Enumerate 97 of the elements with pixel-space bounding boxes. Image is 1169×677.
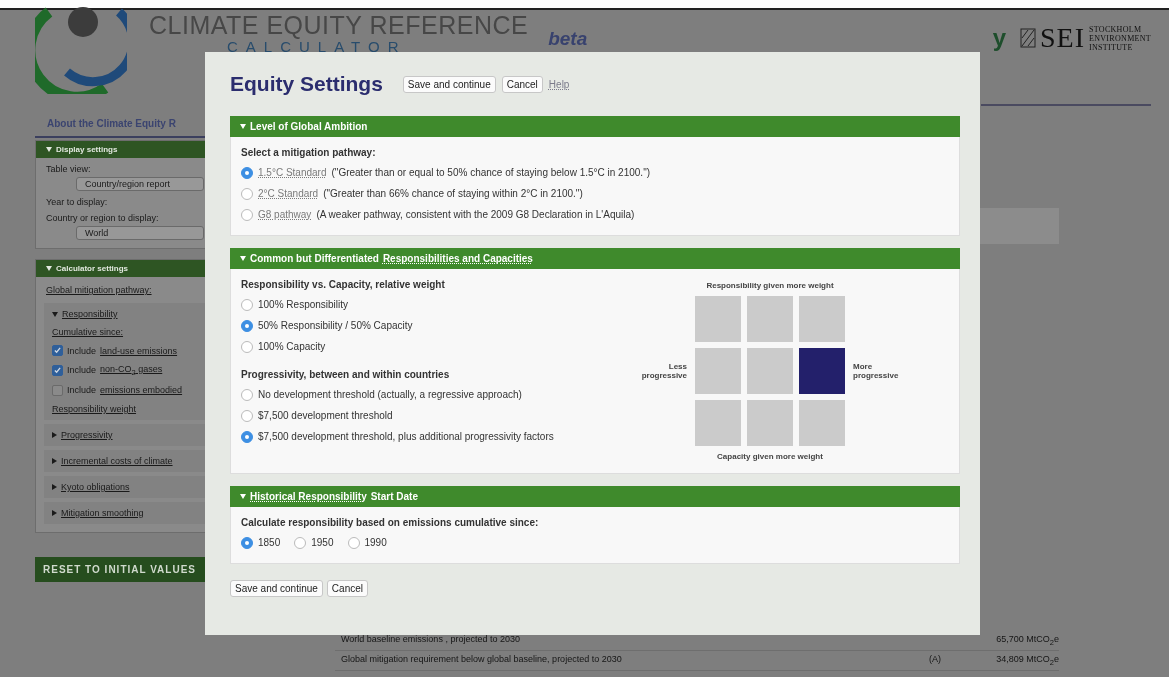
axis-label: More progressive [853, 362, 900, 380]
matrix-cell[interactable] [695, 400, 741, 446]
partner-line: ENVIRONMENT [1089, 33, 1151, 43]
field-label: Table view: [46, 164, 92, 174]
partial-heading: y [992, 24, 1007, 52]
beta-label: beta [548, 28, 588, 50]
radio-button[interactable] [241, 536, 253, 549]
option-link[interactable]: G8 pathway [258, 209, 312, 220]
option-label: ("Greater than 66% chance of staying within 2°C in 2100.") [323, 188, 583, 199]
option-link[interactable]: 1.5°C Standard [258, 167, 327, 178]
option-link[interactable]: 2°C Standard [258, 188, 319, 199]
checkbox-label: Include [67, 345, 97, 356]
option-label: 1950 [311, 537, 334, 548]
panel-title: Display settings [56, 145, 118, 154]
checkbox-label: Include [67, 365, 97, 376]
checkbox[interactable] [52, 364, 63, 376]
radio-button[interactable] [347, 536, 360, 549]
save-button[interactable]: Save and continue [230, 580, 323, 597]
checkbox-label: Include [67, 385, 97, 396]
radio-button[interactable] [241, 166, 253, 179]
option-label: No development threshold (actually, a regressive approach) [258, 389, 522, 400]
option-label: 1990 [364, 537, 387, 548]
matrix-cell[interactable] [747, 296, 793, 342]
option-link[interactable]: emissions embodied [100, 385, 183, 396]
matrix-cell[interactable] [747, 400, 793, 446]
option-label: $7,500 development threshold, plus additional progressivity factors [258, 431, 554, 442]
nav-link[interactable]: About the Climate Equity R [47, 117, 176, 129]
option-label: 100% Capacity [258, 341, 326, 352]
section-header[interactable]: Historical Responsibility Start Date [230, 486, 960, 507]
field-label: Country or region to display: [46, 213, 160, 223]
radio-button[interactable] [241, 388, 253, 401]
section-title: Start Date [370, 491, 418, 502]
matrix-cell[interactable] [695, 348, 741, 394]
option-label: 100% Responsibility [258, 299, 349, 310]
help-link[interactable]: Help [548, 78, 570, 90]
section-header[interactable]: Level of Global Ambition [230, 116, 960, 137]
setting-link[interactable]: Cumulative since: [52, 327, 198, 337]
option-label: ("Greater than or equal to 50% chance of staying below 1.5°C in 2100.") [331, 167, 650, 178]
matrix-cell[interactable] [747, 348, 793, 394]
radio-button[interactable] [241, 208, 253, 221]
radio-button[interactable] [241, 187, 253, 200]
section-title: Common but Differentiated [250, 253, 379, 264]
matrix-cell[interactable] [799, 296, 845, 342]
option-link[interactable]: non-CO$_{2}$ gases [100, 364, 163, 377]
matrix-cell[interactable] [799, 400, 845, 446]
partner-line: INSTITUTE [1089, 42, 1134, 52]
cancel-button[interactable]: Cancel [326, 580, 368, 597]
radio-button[interactable] [241, 298, 253, 311]
dialog-title: Equity Settings [230, 72, 383, 96]
checkbox[interactable] [52, 384, 63, 396]
partner-name: SEI [1040, 22, 1086, 54]
site-subtitle: CALCULATOR [227, 40, 408, 54]
section-link[interactable]: Historical Responsibility [250, 491, 367, 502]
table-cell-text: 34,809 MtCO$_{2}$e [995, 654, 1059, 667]
table-cell-text: Global mitigation requirement below global baseline, projected to 2030 [340, 654, 623, 667]
subpanel-link[interactable]: Incremental costs of climate [61, 455, 173, 466]
radio-button[interactable] [241, 430, 253, 443]
field-label: Year to display: [46, 197, 109, 207]
option-label: 50% Responsibility / 50% Capacity [258, 320, 413, 331]
section-header[interactable]: Common but Differentiated Responsibilities and Capacities [230, 248, 960, 269]
axis-label: Capacity given more weight [716, 452, 824, 461]
table-cell-text: 65,700 MtCO$_{2}$e [995, 634, 1059, 648]
radio-button[interactable] [241, 319, 253, 332]
table-cell-text: (A) [929, 654, 942, 667]
option-label: $7,500 development threshold [258, 410, 393, 421]
section-link[interactable]: Responsibilities and Capacities [382, 253, 533, 264]
cancel-button[interactable]: Cancel [501, 75, 543, 93]
group-label: Calculate responsibility based on emissions cumulative since: [241, 517, 540, 528]
matrix-cell[interactable] [799, 348, 845, 394]
option-link[interactable]: land-use emissions [100, 345, 178, 356]
save-button[interactable]: Save and continue [402, 75, 496, 93]
radio-button[interactable] [294, 536, 307, 549]
subpanel-link[interactable]: Responsibility [62, 309, 118, 319]
axis-label: Responsibility given more weight [705, 281, 835, 290]
option-label: (A weaker pathway, consistent with the 2009 G8 Declaration in L'Aquila) [316, 209, 635, 220]
group-label: Progressivity, between and within countries [241, 369, 451, 380]
matrix-cell[interactable] [695, 296, 741, 342]
panel-title: Calculator settings [56, 264, 128, 273]
select-field[interactable]: World [76, 226, 204, 240]
field-label: Global mitigation pathway: [45, 284, 153, 297]
radio-button[interactable] [241, 340, 253, 353]
axis-label: Less progressive [640, 362, 687, 380]
setting-link[interactable]: Responsibility weight [52, 403, 198, 414]
partner-line: STOCKHOLM [1089, 24, 1143, 34]
select-field[interactable]: Country/region report [76, 177, 204, 191]
group-label: Select a mitigation pathway: [241, 147, 377, 158]
sei-mark-icon [1020, 28, 1037, 48]
option-label: 1850 [258, 537, 281, 548]
checkbox[interactable] [52, 345, 63, 356]
table-cell-text: World baseline emissions , projected to 2030 [340, 634, 521, 647]
subpanel-link[interactable]: Progressivity [61, 429, 113, 440]
site-title: CLIMATE EQUITY REFERENCE [149, 10, 529, 40]
radio-button[interactable] [241, 409, 253, 422]
subpanel-link[interactable]: Mitigation smoothing [61, 507, 144, 518]
group-label: Responsibility vs. Capacity, relative weight [241, 279, 446, 290]
subpanel-link[interactable]: Kyoto obligations [61, 481, 130, 492]
section-title: Level of Global Ambition [250, 121, 368, 132]
